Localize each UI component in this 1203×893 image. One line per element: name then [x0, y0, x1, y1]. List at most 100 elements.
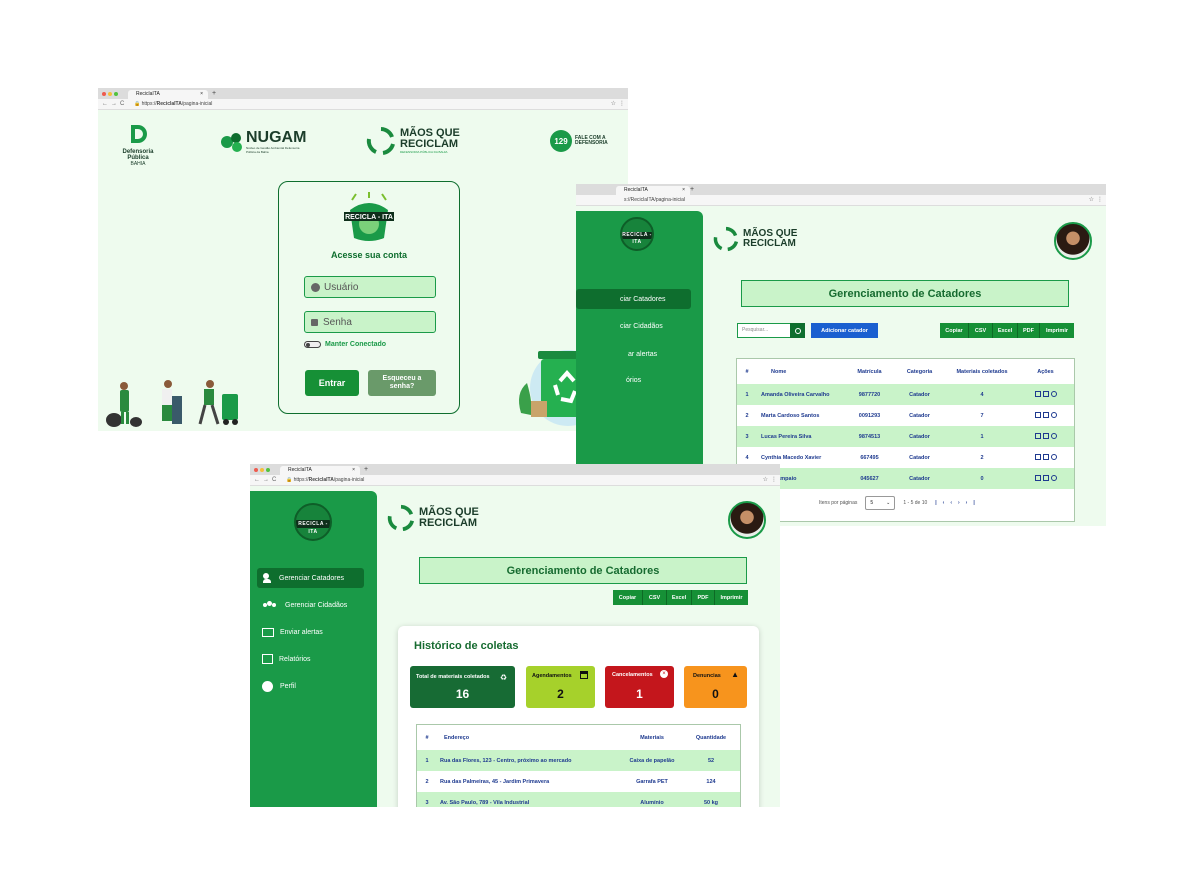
search-button-2[interactable]	[790, 323, 805, 338]
pdf-button-2[interactable]: PDF	[1018, 323, 1040, 338]
table-row[interactable]: 3 Av. São Paulo, 789 - Vila Industrial Alu…	[417, 792, 740, 807]
copy-button-3[interactable]: Copiar	[613, 590, 643, 605]
menu-kebab-icon-3[interactable]: ⋮	[771, 475, 777, 486]
edit-icon[interactable]	[1034, 453, 1041, 460]
excel-button-2[interactable]: Excel	[993, 323, 1018, 338]
keep-connected-toggle[interactable]: Manter Conectado	[304, 341, 386, 348]
card-cancelamentos-value: 1	[636, 687, 643, 701]
fale-defensoria-badge[interactable]: 129 FALE COM A DEFENSORIA	[550, 130, 608, 152]
table-row[interactable]: 2 Marta Cardoso Santos 0091293 Catador 7	[737, 405, 1074, 426]
page-size-select[interactable]: 5 ⌄	[865, 496, 896, 510]
user-avatar-2[interactable]	[1054, 222, 1092, 260]
trash-icon[interactable]	[1042, 390, 1049, 397]
pager-nav-icons[interactable]: |‹‹››|	[935, 500, 980, 506]
table-row[interactable]: 1 Amanda Oliveira Carvalho 9877720 Catador 4	[737, 384, 1074, 405]
password-input[interactable]: Senha	[304, 311, 436, 333]
info-icon[interactable]	[1050, 453, 1057, 460]
info-icon[interactable]	[1050, 390, 1057, 397]
coletas-header: # Endereço Materiais Quantidade	[417, 725, 740, 750]
maximize-dot-3[interactable]	[266, 468, 270, 472]
edit-icon[interactable]	[1034, 474, 1041, 481]
nugam-sub: Núcleo de Gestão Ambiental Defensoria Pú…	[246, 146, 300, 154]
col-materiais-3: Materiais	[640, 734, 664, 741]
cell-quantidade: 52	[707, 757, 715, 764]
bookmark-star-icon[interactable]: ☆	[611, 99, 616, 110]
edit-icon[interactable]	[1034, 390, 1041, 397]
enter-button[interactable]: Entrar	[305, 370, 359, 396]
tab-close-icon-2[interactable]: ×	[682, 186, 685, 195]
lock-icon	[311, 318, 318, 326]
maximize-dot[interactable]	[114, 92, 118, 96]
trash-icon[interactable]	[1042, 453, 1049, 460]
browser-tab[interactable]: ReciclaITA ×	[128, 90, 208, 99]
url-text-2[interactable]: s://ReciclaITA/pagina-inicial	[624, 195, 685, 206]
pdf-button-3[interactable]: PDF	[692, 590, 715, 605]
browser-tab-2[interactable]: ReciclaITA ×	[616, 186, 690, 195]
bookmark-star-icon-3[interactable]: ☆	[763, 475, 768, 486]
sidebar-item-cidadaos-3[interactable]: Gerenciar Cidadãos	[263, 598, 347, 612]
sidebar-item-cidadaos-2[interactable]: ciar Cidadãos	[620, 319, 663, 333]
sidebar-item-relatorios-3[interactable]: Relatórios	[262, 652, 311, 666]
edit-icon[interactable]	[1034, 411, 1041, 418]
nav-arrows-icon[interactable]: ←→C	[102, 99, 127, 110]
print-button-3[interactable]: Imprimir	[715, 590, 748, 605]
sidebar-item-alertas-3[interactable]: Enviar alertas	[262, 625, 323, 639]
close-dot[interactable]	[102, 92, 106, 96]
defensoria-emblem-icon	[131, 125, 147, 143]
minimize-dot-3[interactable]	[260, 468, 264, 472]
print-button-2[interactable]: Imprimir	[1040, 323, 1074, 338]
trash-icon[interactable]	[1042, 432, 1049, 439]
password-placeholder: Senha	[323, 316, 352, 328]
table-row[interactable]: 3 Lucas Pereira Silva 9874513 Catador 1	[737, 426, 1074, 447]
search-icon-2	[794, 327, 801, 334]
sidebar-item-catadores-2[interactable]: ciar Catadores	[576, 289, 691, 309]
forgot-password-button[interactable]: Esqueceu a senha?	[368, 370, 436, 396]
edit-icon[interactable]	[1034, 432, 1041, 439]
menu-kebab-icon[interactable]: ⋮	[619, 99, 625, 110]
table-row[interactable]: aula Sampaio045627Catador0	[737, 468, 1074, 489]
trash-icon[interactable]	[1042, 474, 1049, 481]
sidebar-item-catadores-3[interactable]: Gerenciar Catadores	[257, 568, 364, 588]
csv-button-3[interactable]: CSV	[643, 590, 667, 605]
toggle-switch[interactable]	[304, 341, 321, 348]
new-tab-icon-2[interactable]: +	[690, 184, 694, 195]
card-agendamentos: Agendamentos 2	[526, 666, 595, 708]
table-row[interactable]: 1 Rua das Flores, 123 - Centro, próximo a…	[417, 750, 740, 771]
new-tab-icon[interactable]: +	[212, 88, 216, 99]
info-icon[interactable]	[1050, 432, 1057, 439]
copy-button-2[interactable]: Copiar	[940, 323, 969, 338]
cell-id: 2	[425, 778, 429, 785]
cell-quantidade: 50 kg	[703, 799, 719, 806]
sidebar-item-perfil-3[interactable]: Perfil	[262, 679, 296, 693]
search-input-2[interactable]: Pesquisar...	[737, 323, 791, 338]
sidebar-item-alertas-2[interactable]: ar alertas	[628, 347, 657, 361]
sidebar-item-relatorios-2[interactable]: órios	[626, 373, 641, 387]
user-avatar-3[interactable]	[728, 501, 766, 539]
add-catador-button[interactable]: Adicionar catador	[811, 323, 878, 338]
tab-close-icon[interactable]: ×	[200, 90, 203, 99]
nav-arrows-icon-3[interactable]: ←→C	[254, 475, 279, 486]
info-icon[interactable]	[1050, 411, 1057, 418]
cell-acoes	[1017, 447, 1074, 468]
tab-bar-2: ReciclaITA × +	[576, 184, 1106, 195]
url-text[interactable]: 🔒 https://ReciclaITA/pagina-inicial	[134, 99, 212, 110]
new-tab-icon-3[interactable]: +	[364, 464, 368, 475]
bookmark-star-icon-2[interactable]: ☆	[1089, 195, 1094, 206]
username-input[interactable]: Usuário	[304, 276, 436, 298]
close-dot-3[interactable]	[254, 468, 258, 472]
url-text-3[interactable]: 🔒 https://ReciclaITA/pagina-inicial	[286, 475, 364, 486]
tab-close-icon-3[interactable]: ×	[352, 466, 355, 475]
table-row[interactable]: 2 Rua das Palmeiras, 45 - Jardim Primaver…	[417, 771, 740, 792]
table-row[interactable]: 4 Cynthia Macedo Xavier 667495 Catador 2	[737, 447, 1074, 468]
trash-icon[interactable]	[1042, 411, 1049, 418]
excel-button-3[interactable]: Excel	[667, 590, 692, 605]
info-icon[interactable]	[1050, 474, 1057, 481]
sidebar-label-perfil: Perfil	[280, 682, 296, 690]
sidebar-label-relatorios: Relatórios	[279, 655, 311, 663]
table-header: # Nome Matrícula Categoria Materiais col…	[737, 359, 1074, 384]
minimize-dot[interactable]	[108, 92, 112, 96]
menu-kebab-icon-2[interactable]: ⋮	[1097, 195, 1103, 206]
catadores-table: # Nome Matrícula Categoria Materiais col…	[737, 359, 1074, 489]
csv-button-2[interactable]: CSV	[969, 323, 993, 338]
browser-tab-3[interactable]: ReciclaITA ×	[280, 466, 360, 475]
